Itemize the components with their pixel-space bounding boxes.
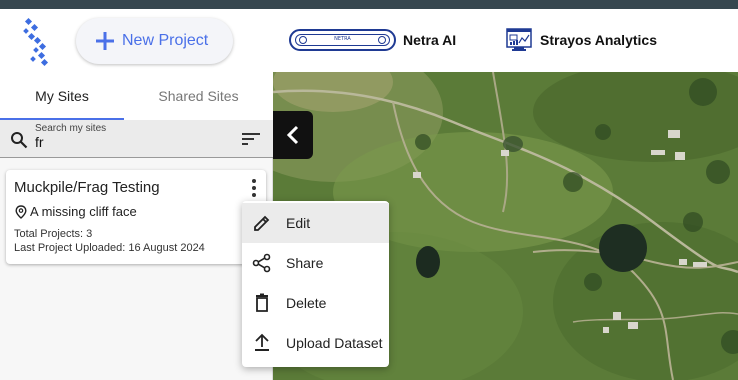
- site-search: Search my sites: [0, 120, 273, 158]
- analytics-dashboard-icon: [506, 28, 532, 51]
- menu-item-delete-label: Delete: [286, 295, 327, 311]
- strayos-analytics-link[interactable]: Strayos Analytics: [506, 28, 657, 52]
- site-card-location-text: A missing cliff face: [30, 204, 137, 219]
- menu-item-edit-label: Edit: [286, 215, 311, 231]
- site-card[interactable]: Muckpile/Frag Testing A missing cliff fa…: [6, 170, 266, 264]
- site-context-menu: Edit Share Delete Upload Dataset: [242, 201, 389, 367]
- tab-shared-sites[interactable]: Shared Sites: [124, 72, 273, 120]
- more-options-icon[interactable]: [249, 178, 259, 198]
- share-icon: [252, 253, 271, 273]
- tab-my-sites[interactable]: My Sites: [0, 72, 124, 120]
- site-card-total-projects: Total Projects: 3: [14, 228, 93, 240]
- site-card-last-uploaded: Last Project Uploaded: 16 August 2024: [14, 242, 205, 254]
- sites-sidebar: My Sites Shared Sites Search my sites Mu…: [0, 72, 273, 380]
- new-project-label: New Project: [122, 32, 209, 49]
- plus-icon: [96, 32, 114, 50]
- chevron-left-icon: [286, 125, 299, 145]
- search-icon: [11, 132, 28, 149]
- netra-logo-badge: NETRA: [334, 36, 351, 42]
- top-strip: [0, 0, 738, 9]
- menu-item-upload-dataset[interactable]: Upload Dataset: [242, 323, 389, 363]
- upload-icon: [255, 333, 269, 351]
- menu-item-delete[interactable]: Delete: [242, 283, 389, 323]
- menu-item-share[interactable]: Share: [242, 243, 389, 283]
- menu-item-share-label: Share: [286, 255, 324, 271]
- sort-filter-icon[interactable]: [242, 132, 260, 146]
- strayos-analytics-label: Strayos Analytics: [540, 32, 657, 48]
- site-card-location: A missing cliff face: [15, 204, 137, 219]
- pencil-icon: [254, 215, 270, 231]
- trash-icon: [256, 293, 268, 312]
- app-header: New Project NETRA Netra AI Strayos Analy…: [0, 9, 738, 72]
- menu-item-edit[interactable]: Edit: [242, 203, 389, 243]
- netra-ai-label: Netra AI: [403, 32, 457, 48]
- site-card-title: Muckpile/Frag Testing: [14, 179, 160, 196]
- search-input[interactable]: [35, 134, 225, 150]
- search-label: Search my sites: [35, 123, 107, 134]
- menu-item-upload-dataset-label: Upload Dataset: [286, 335, 383, 351]
- netra-ai-link[interactable]: NETRA Netra AI: [289, 29, 456, 51]
- collapse-sidebar-button[interactable]: [273, 111, 313, 159]
- sites-tabs: My Sites Shared Sites: [0, 72, 273, 120]
- location-pin-icon: [15, 204, 27, 219]
- netra-logo-icon: NETRA: [289, 29, 396, 51]
- app-logo[interactable]: [20, 17, 54, 67]
- new-project-button[interactable]: New Project: [76, 18, 233, 64]
